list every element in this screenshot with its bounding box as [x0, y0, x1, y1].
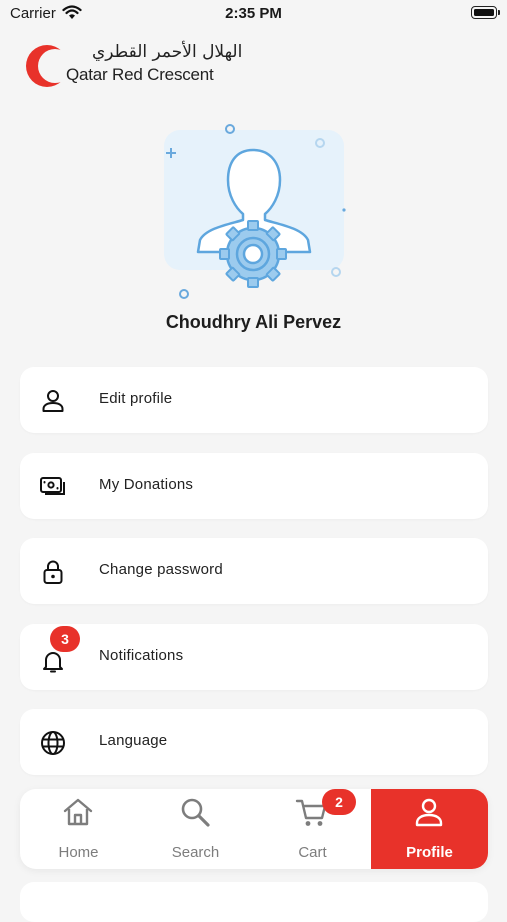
logo-english-text: Qatar Red Crescent	[66, 65, 214, 84]
tab-label: Cart	[298, 844, 327, 861]
search-icon	[181, 798, 210, 827]
tab-cart[interactable]: 2 Cart	[254, 789, 371, 869]
crescent-icon	[26, 45, 68, 87]
status-time: 2:35 PM	[225, 5, 282, 22]
profile-icon	[415, 798, 443, 827]
menu-item-label: Notifications	[99, 647, 184, 664]
menu-item-partial[interactable]	[20, 882, 488, 922]
tab-profile[interactable]: Profile	[371, 789, 488, 869]
tab-label: Profile	[406, 844, 453, 861]
menu-item-change-password[interactable]: Change password	[20, 538, 488, 604]
menu-item-notifications[interactable]: 3 Notifications	[20, 624, 488, 690]
lock-icon	[43, 560, 63, 584]
battery-icon	[471, 6, 500, 19]
bottom-tab-bar: Home Search 2 Cart Profile	[20, 789, 488, 869]
user-icon	[42, 390, 64, 412]
tab-label: Home	[58, 844, 99, 861]
tab-label: Search	[171, 844, 220, 861]
tab-home[interactable]: Home	[20, 789, 137, 869]
menu-item-edit-profile[interactable]: Edit profile	[20, 367, 488, 433]
avatar-illustration	[164, 124, 346, 299]
menu-item-label: My Donations	[99, 476, 194, 493]
menu-item-language[interactable]: Language	[20, 709, 488, 775]
cart-badge: 2	[322, 789, 356, 815]
logo-arabic-text: الهلال الأحمر القطري	[92, 42, 243, 62]
tab-search[interactable]: Search	[137, 789, 254, 869]
menu-item-my-donations[interactable]: My Donations	[20, 453, 488, 519]
menu-item-label: Change password	[99, 561, 223, 578]
status-bar: Carrier 2:35 PM	[0, 0, 507, 28]
menu-item-label: Edit profile	[99, 390, 173, 407]
profile-avatar[interactable]	[160, 120, 350, 305]
donations-icon	[40, 477, 65, 495]
user-name: Choudhry Ali Pervez	[165, 312, 342, 332]
qrc-logo: الهلال الأحمر القطري Qatar Red Crescent	[24, 40, 264, 92]
menu-item-label: Language	[99, 732, 168, 749]
home-icon	[63, 798, 93, 826]
notifications-badge: 3	[50, 626, 80, 652]
globe-icon	[41, 731, 65, 755]
